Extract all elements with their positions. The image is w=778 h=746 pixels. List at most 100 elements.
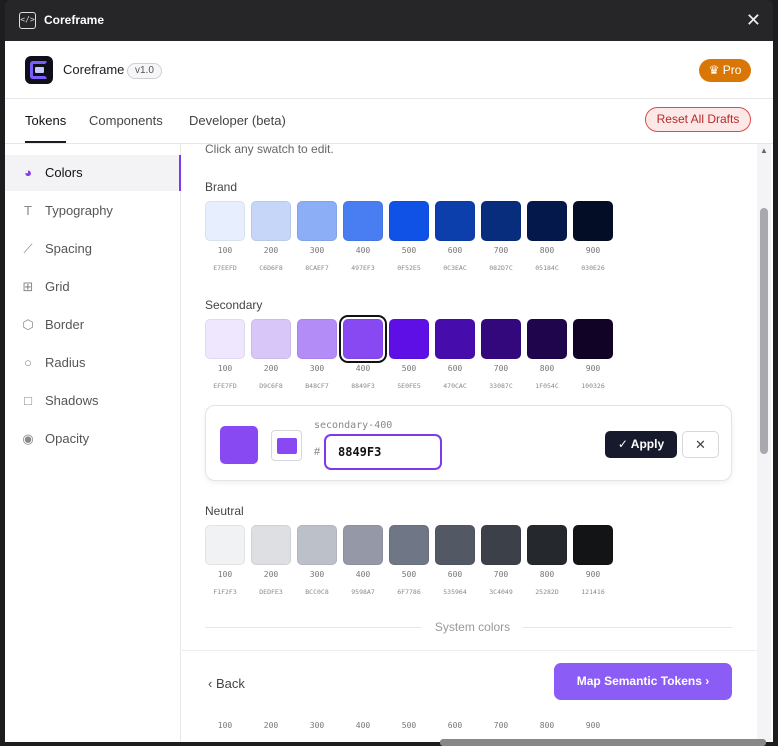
swatch-hex-label: 0F52E5: [397, 264, 421, 272]
sidebar-item-label: Radius: [45, 355, 86, 370]
swatch-neutral-500[interactable]: [389, 525, 429, 565]
close-window-button[interactable]: ✕: [746, 10, 761, 30]
swatch-step-label: 800: [539, 364, 555, 373]
map-semantic-tokens-button[interactable]: Map Semantic Tokens ›: [554, 663, 732, 700]
version-badge: v1.0: [127, 63, 162, 79]
swatch-step-label: 800: [539, 570, 555, 579]
swatch-hex-label: 1F054C: [535, 382, 559, 390]
swatch-step-label: 200: [263, 246, 279, 255]
swatch-secondary-900[interactable]: [573, 319, 613, 359]
sidebar-item-grid[interactable]: ⊞ Grid: [5, 269, 181, 305]
swatch-brand-500[interactable]: [389, 201, 429, 241]
swatch-secondary-600[interactable]: [435, 319, 475, 359]
swatch-secondary-200[interactable]: [251, 319, 291, 359]
swatch-neutral-400[interactable]: [343, 525, 383, 565]
swatch-secondary-700[interactable]: [481, 319, 521, 359]
swatch-step-label: 900: [585, 246, 601, 255]
tab-developer-beta[interactable]: Developer (beta): [189, 113, 286, 128]
system-swatch-step-label: 600: [447, 721, 463, 730]
swatch-secondary-500[interactable]: [389, 319, 429, 359]
color-picker-button[interactable]: [271, 430, 302, 461]
back-button[interactable]: ‹ Back: [208, 676, 245, 691]
scroll-up-icon[interactable]: ▲: [760, 146, 768, 155]
sidebar-item-typography[interactable]: T Typography: [5, 193, 181, 229]
panel-footer: ‹ Back Map Semantic Tokens ›: [182, 650, 763, 714]
swatch-hex-label: 8CAEF7: [305, 264, 329, 272]
swatch-hex-label: 121416: [581, 588, 605, 596]
swatch-brand-400[interactable]: [343, 201, 383, 241]
swatch-neutral-900[interactable]: [573, 525, 613, 565]
swatch-secondary-300[interactable]: [297, 319, 337, 359]
swatch-hex-label: D9C6F8: [259, 382, 283, 390]
swatch-neutral-200[interactable]: [251, 525, 291, 565]
swatch-hex-label: BCC0C8: [305, 588, 329, 596]
swatch-brand-600[interactable]: [435, 201, 475, 241]
scrollbar-thumb[interactable]: [760, 208, 768, 454]
sidebar-item-label: Border: [45, 317, 85, 332]
swatch-secondary-800[interactable]: [527, 319, 567, 359]
swatch-step-label: 900: [585, 570, 601, 579]
swatch-step-label: 300: [309, 246, 325, 255]
section-label-brand: Brand: [205, 180, 238, 194]
swatch-neutral-100[interactable]: [205, 525, 245, 565]
palette-icon: ◕: [24, 165, 32, 180]
swatch-hex-label: 082D7C: [489, 264, 513, 272]
cancel-edit-button[interactable]: ✕: [682, 431, 719, 458]
sidebar-item-shadows[interactable]: □ Shadows: [5, 383, 181, 419]
system-swatch-step-label: 100: [217, 721, 233, 730]
sidebar: ◕ Colors T Typography ⟋ Spacing ⊞ Grid ⬡ Border ○ R…: [5, 144, 181, 742]
swatch-step-label: 600: [447, 364, 463, 373]
swatch-step-label: 400: [355, 570, 371, 579]
swatch-neutral-800[interactable]: [527, 525, 567, 565]
swatch-brand-300[interactable]: [297, 201, 337, 241]
swatch-step-label: 800: [539, 246, 555, 255]
swatch-step-label: 900: [585, 364, 601, 373]
swatch-step-label: 100: [217, 364, 233, 373]
sidebar-item-opacity[interactable]: ◉ Opacity: [5, 421, 181, 457]
swatch-step-label: 300: [309, 364, 325, 373]
code-icon: </>: [19, 12, 36, 29]
swatch-brand-100[interactable]: [205, 201, 245, 241]
sidebar-item-colors[interactable]: ◕ Colors: [5, 155, 181, 191]
app-header: Coreframe v1.0 ♛ Pro: [5, 41, 773, 99]
swatch-neutral-700[interactable]: [481, 525, 521, 565]
grid-icon: ⊞: [22, 279, 34, 294]
swatch-step-label: 300: [309, 570, 325, 579]
swatch-step-label: 700: [493, 364, 509, 373]
system-swatch-step-label: 700: [493, 721, 509, 730]
swatch-neutral-600[interactable]: [435, 525, 475, 565]
swatch-brand-200[interactable]: [251, 201, 291, 241]
horizontal-scrollbar-thumb[interactable]: [440, 739, 766, 746]
pro-badge-button[interactable]: ♛ Pro: [699, 59, 751, 82]
hex-value-input[interactable]: [324, 434, 442, 470]
sidebar-item-label: Shadows: [45, 393, 99, 408]
swatch-hex-label: B48CF7: [305, 382, 329, 390]
window-titlebar: </> Coreframe ✕: [5, 0, 773, 41]
swatch-hex-label: C6D6F8: [259, 264, 283, 272]
tab-components[interactable]: Components: [89, 113, 163, 128]
swatch-secondary-100[interactable]: [205, 319, 245, 359]
swatch-brand-700[interactable]: [481, 201, 521, 241]
swatch-step-label: 600: [447, 570, 463, 579]
swatch-secondary-400[interactable]: [343, 319, 383, 359]
tab-tokens[interactable]: Tokens: [25, 113, 66, 128]
swatch-step-label: 100: [217, 570, 233, 579]
sidebar-item-spacing[interactable]: ⟋ Spacing: [5, 231, 181, 267]
content-scrollbar[interactable]: ▲: [757, 144, 771, 742]
window-title: Coreframe: [44, 13, 105, 27]
section-label-secondary: Secondary: [205, 298, 263, 312]
swatch-hex-label: 030E26: [581, 264, 605, 272]
reset-all-drafts-button[interactable]: Reset All Drafts: [645, 107, 751, 132]
swatch-hex-label: 9598A7: [351, 588, 375, 596]
main-tabs: Tokens Components Developer (beta) Reset…: [5, 100, 773, 144]
swatch-step-label: 500: [401, 570, 417, 579]
swatch-brand-900[interactable]: [573, 201, 613, 241]
swatch-brand-800[interactable]: [527, 201, 567, 241]
sidebar-item-border[interactable]: ⬡ Border: [5, 307, 181, 343]
swatch-neutral-300[interactable]: [297, 525, 337, 565]
swatch-hex-label: 470CAC: [443, 382, 467, 390]
swatch-step-label: 400: [355, 246, 371, 255]
sidebar-item-radius[interactable]: ○ Radius: [5, 345, 181, 381]
ruler-icon: ⟋: [23, 241, 33, 256]
apply-button[interactable]: ✓ Apply: [605, 431, 677, 458]
